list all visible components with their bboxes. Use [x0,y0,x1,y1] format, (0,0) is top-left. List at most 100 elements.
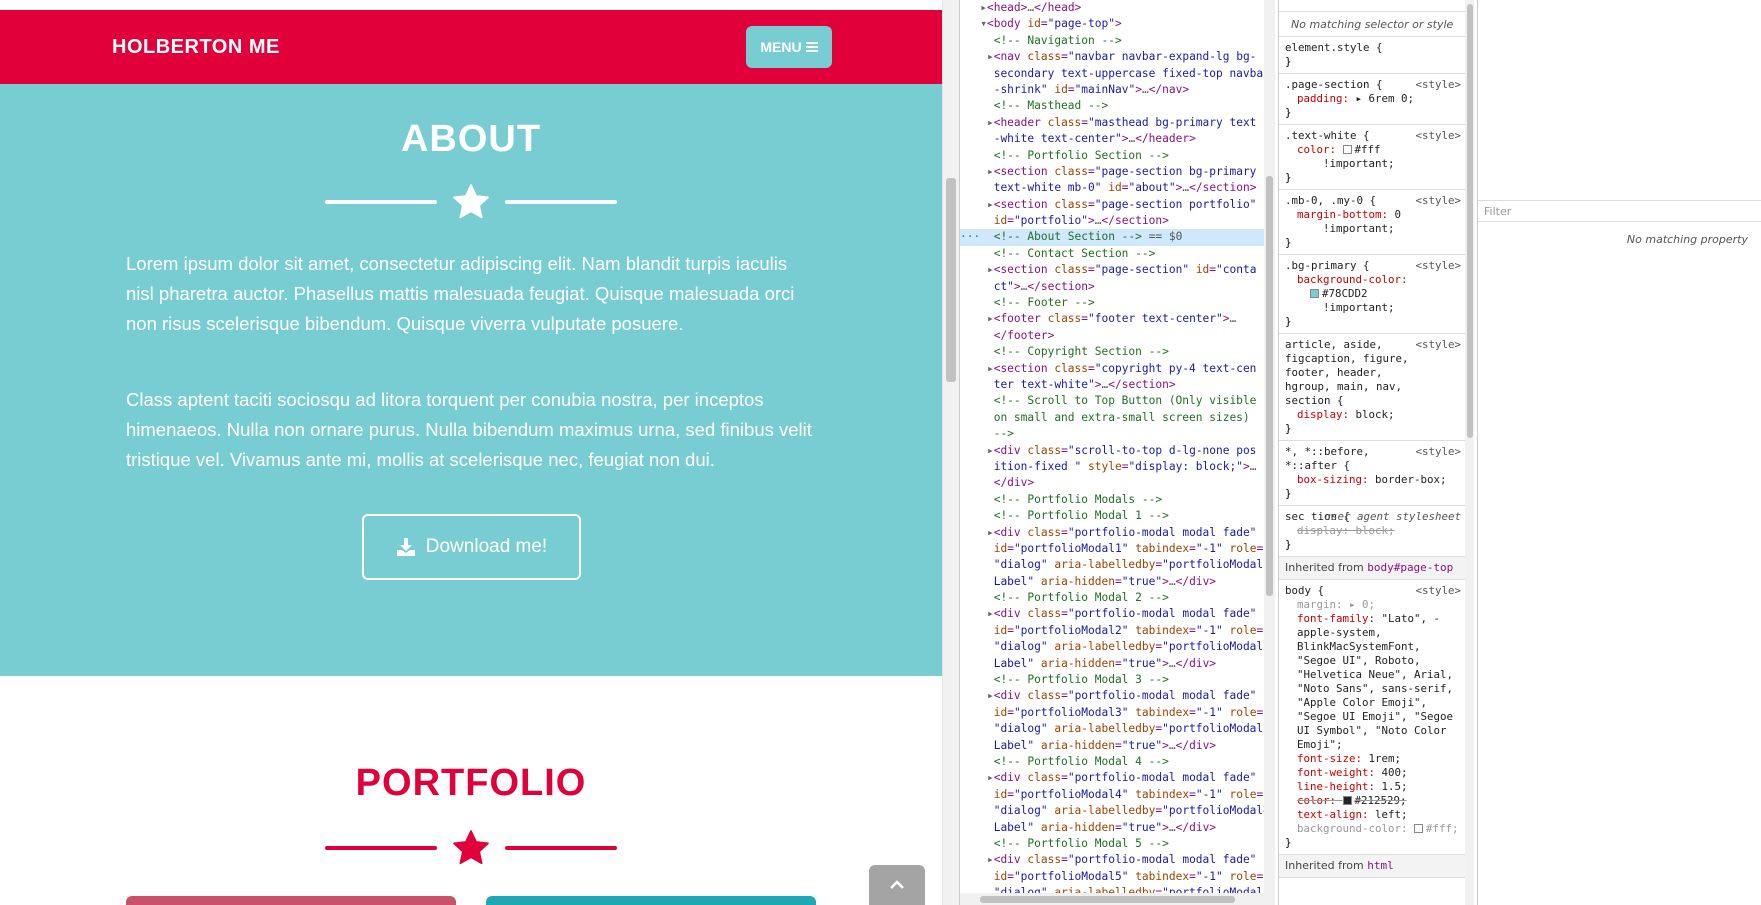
dom-node-line[interactable]: id="portfolio">…</section> [960,213,1275,229]
expand-arrow-icon[interactable]: ▸ [987,198,994,211]
expand-arrow-icon[interactable]: ▸ [980,1,987,14]
color-swatch-icon[interactable] [1414,824,1424,833]
dom-node-line[interactable]: -white text-center">…</header> [960,131,1275,147]
css-declaration[interactable]: !important; [1285,301,1461,315]
dom-node-line[interactable]: "dialog" aria-labelledby="portfolioModal… [960,885,1275,893]
dom-node-line[interactable]: id="portfolioModal1" tabindex="-1" role= [960,541,1275,557]
dom-node-line[interactable]: <!-- Portfolio Modal 3 --> [960,672,1275,688]
dom-node-line[interactable]: id="portfolioModal2" tabindex="-1" role= [960,623,1275,639]
css-declaration[interactable]: padding: ▸ 6rem 0; [1285,92,1461,106]
dom-node-line[interactable]: Label" aria-hidden="true">…</div> [960,574,1275,590]
dom-node-line[interactable]: ▸<section class="page-section bg-primary [960,164,1275,180]
scroll-to-top-button[interactable] [869,865,925,905]
dom-node-line[interactable]: ct">…</section> [960,279,1275,295]
css-declaration[interactable]: !important; [1285,222,1461,236]
dom-node-line[interactable]: <!-- Copyright Section --> [960,344,1275,360]
expand-arrow-icon[interactable]: ▸ [987,165,994,178]
body-source[interactable]: <style> [1415,584,1461,598]
inherited-tag[interactable]: body#page-top [1367,561,1453,574]
menu-button[interactable]: MENU [746,26,832,68]
css-declaration[interactable]: box-sizing: border-box; [1285,473,1461,487]
css-declaration[interactable]: background-color: #fff; [1285,822,1461,836]
expand-arrow-icon[interactable]: ▸ [987,263,994,276]
download-button[interactable]: Download me! [362,514,581,580]
style-source-link[interactable]: <style> [1415,259,1461,273]
dom-node-line[interactable]: secondary text-uppercase fixed-top navba… [960,66,1275,82]
expand-arrow-icon[interactable]: ▸ [987,771,994,784]
color-swatch-icon[interactable] [1342,145,1352,154]
dom-node-line[interactable]: ▸<nav class="navbar navbar-expand-lg bg- [960,49,1275,65]
expand-arrow-icon[interactable]: ▸ [987,689,994,702]
style-source-link[interactable]: <style> [1415,129,1461,143]
dom-node-line[interactable]: ▸<section class="page-section" id="conta [960,262,1275,278]
dom-node-line[interactable]: <!-- Portfolio Modal 4 --> [960,754,1275,770]
style-source-link[interactable]: <style> [1415,78,1461,92]
elements-hscrollbar-thumb[interactable] [980,896,1235,903]
expand-arrow-icon[interactable]: ▸ [987,607,994,620]
dom-node-line[interactable]: ▸<div class="scroll-to-top d-lg-none pos [960,443,1275,459]
brand-link[interactable]: HOLBERTON ME [112,36,280,59]
elements-hscrollbar[interactable] [960,893,1275,905]
style-rule[interactable]: .mb-0, .my-0 {<style> margin-bottom: 0 !i… [1279,190,1465,255]
dom-node-line[interactable]: ▸<section class="page-section portfolio" [960,197,1275,213]
dom-node-line[interactable]: ▾<body id="page-top"> [960,16,1275,32]
style-rule[interactable]: .bg-primary {<style> background-color: #7… [1279,255,1465,334]
css-declaration[interactable]: margin-bottom: 0 [1285,208,1461,222]
dom-node-line[interactable]: <!-- Portfolio Section --> [960,148,1275,164]
expand-arrow-icon[interactable]: ▸ [987,853,994,866]
style-rule[interactable]: .text-white {<style> color: #fff !importa… [1279,125,1465,190]
portfolio-card[interactable] [486,896,816,905]
expand-arrow-icon[interactable]: ▸ [987,362,994,375]
expand-arrow-icon[interactable]: ▸ [987,312,994,325]
css-declaration[interactable]: text-align: left; [1285,808,1461,822]
page-scrollbar[interactable] [942,0,959,905]
color-swatch-icon[interactable] [1310,289,1320,298]
dom-node-line[interactable]: "dialog" aria-labelledby="portfolioModal… [960,639,1275,655]
elements-vscrollbar[interactable] [1264,0,1275,893]
ua-rule[interactable]: sec tion { user agent stylesheet display… [1279,506,1465,557]
css-declaration[interactable]: display: block; [1285,408,1461,422]
element-style-rule[interactable]: element.style { } [1279,37,1465,74]
dom-node-line[interactable]: <!-- Portfolio Modals --> [960,492,1275,508]
expand-arrow-icon[interactable]: ▸ [987,526,994,539]
expand-arrow-icon[interactable]: ▸ [987,50,994,63]
dom-node-line[interactable]: </div> [960,475,1275,491]
dom-node-line[interactable]: <!-- Scroll to Top Button (Only visible [960,393,1275,409]
dom-node-line[interactable]: <!-- Portfolio Modal 2 --> [960,590,1275,606]
dom-node-line[interactable]: Label" aria-hidden="true">…</div> [960,820,1275,836]
style-rule[interactable]: .page-section {<style> padding: ▸ 6rem 0;… [1279,74,1465,125]
css-declaration[interactable]: margin: ▸ 0; [1285,598,1461,612]
dom-node-line[interactable]: ▸<div class="portfolio-modal modal fade" [960,770,1275,786]
color-swatch-icon[interactable] [1342,796,1352,805]
dom-node-line[interactable]: Label" aria-hidden="true">…</div> [960,656,1275,672]
dom-node-line[interactable]: ▸<div class="portfolio-modal modal fade" [960,525,1275,541]
dom-node-line[interactable]: ▸<section class="copyright py-4 text-cen [960,361,1275,377]
css-declaration[interactable]: line-height: 1.5; [1285,780,1461,794]
css-declaration[interactable]: font-weight: 400; [1285,766,1461,780]
styles-vscrollbar-thumb[interactable] [1467,4,1473,438]
dom-node-line[interactable]: <!-- Contact Section --> [960,246,1275,262]
dom-node-line[interactable]: </footer> [960,328,1275,344]
dom-node-line[interactable]: <!-- Masthead --> [960,98,1275,114]
dom-node-line[interactable]: id="portfolioModal4" tabindex="-1" role= [960,787,1275,803]
dom-node-line[interactable]: <!-- Navigation --> [960,33,1275,49]
dom-node-line[interactable]: --> [960,426,1275,442]
expand-arrow-icon[interactable]: ▾ [980,17,987,30]
elements-tree[interactable]: ▸<head>…</head> ▾<body id="page-top"> <!… [960,0,1275,893]
dom-node-line[interactable]: -shrink" id="mainNav">…</nav> [960,82,1275,98]
computed-filter-input[interactable]: Filter [1478,200,1761,222]
dom-node-line[interactable]: <!-- Footer --> [960,295,1275,311]
body-rule[interactable]: body { <style> margin: ▸ 0; font-family: … [1279,580,1465,855]
elements-vscrollbar-thumb[interactable] [1266,176,1273,596]
expand-arrow-icon[interactable]: ▸ [987,116,994,129]
css-declaration[interactable]: font-family: "Lato", -apple-system, Blin… [1285,612,1461,752]
dom-node-line[interactable]: ▸<header class="masthead bg-primary text [960,115,1275,131]
style-source-link[interactable]: <style> [1415,338,1461,352]
dom-node-line[interactable]: <!-- Portfolio Modal 1 --> [960,508,1275,524]
dom-node-line[interactable]: Label" aria-hidden="true">…</div> [960,738,1275,754]
inherited-tag-2[interactable]: html [1367,859,1394,872]
dom-node-line[interactable]: id="portfolioModal3" tabindex="-1" role= [960,705,1275,721]
dom-node-line[interactable]: ition-fixed " style="display: block;">… [960,459,1275,475]
dom-node-line[interactable]: ▸<div class="portfolio-modal modal fade" [960,606,1275,622]
css-declaration[interactable]: color: #212529; [1285,794,1461,808]
